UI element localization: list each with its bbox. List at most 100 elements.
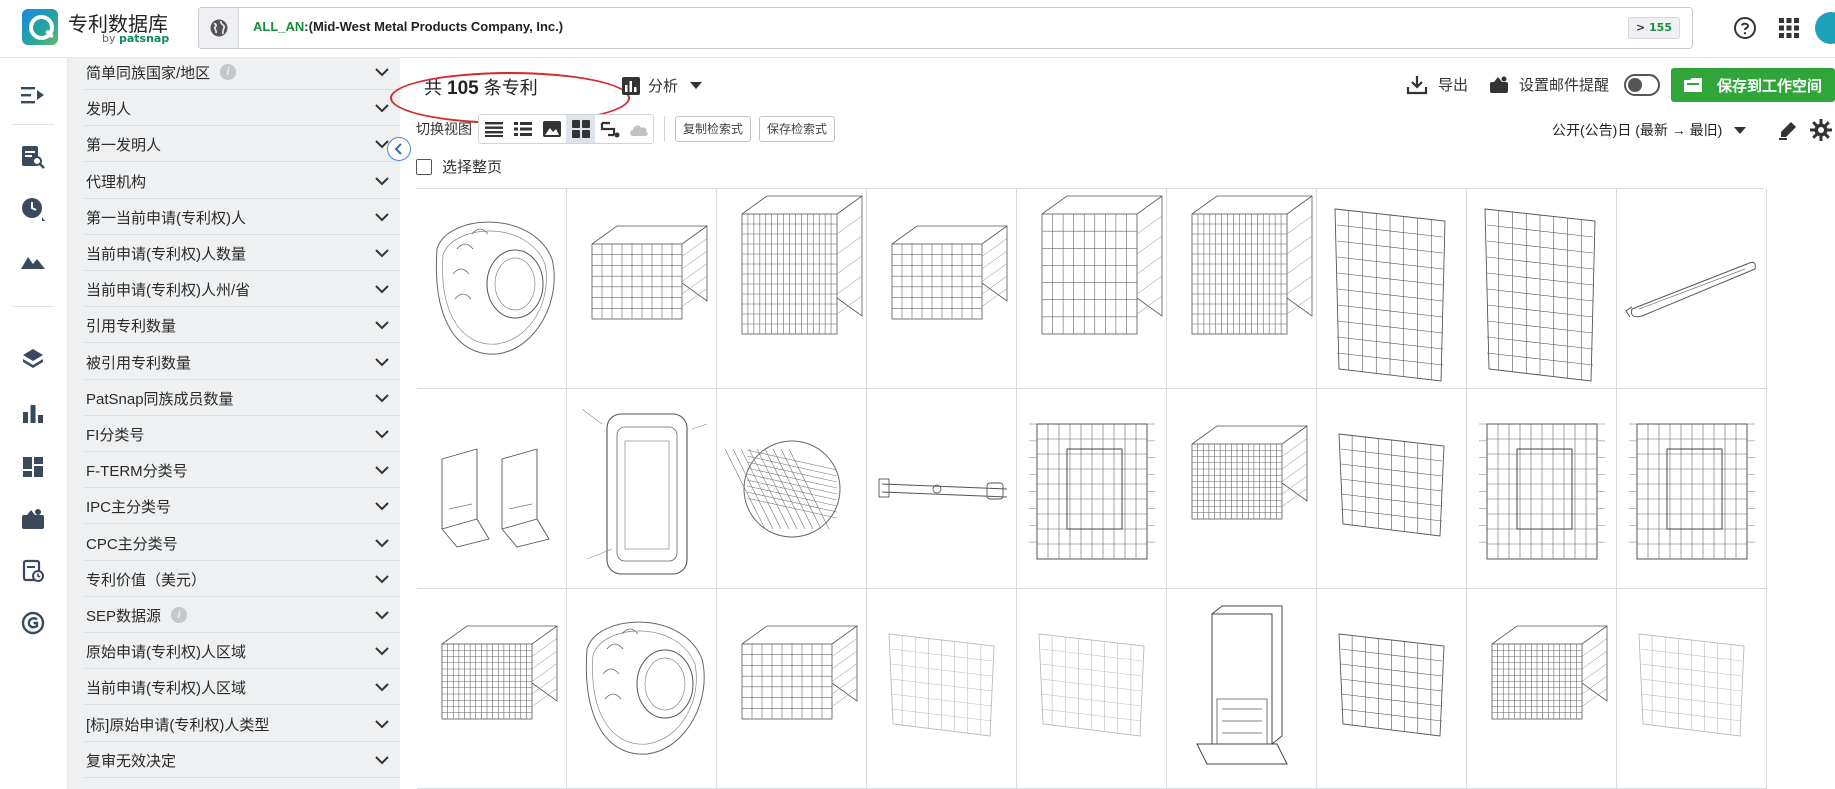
patent-thumbnail[interactable] [1317,189,1467,389]
copy-query-button[interactable]: 复制检索式 [675,116,752,142]
chevron-down-icon[interactable] [374,64,390,80]
analyze-dropdown[interactable]: 分析 [622,75,703,96]
patent-thumbnail[interactable] [867,589,1017,789]
user-avatar[interactable] [1815,12,1835,44]
filter-item[interactable]: 专利价值（美元） [84,561,400,597]
patent-thumbnail[interactable] [717,189,867,389]
search-query-box[interactable]: ALL_AN:(Mid-West Metal Products Company,… [198,7,1693,49]
chevron-down-icon[interactable] [374,643,390,659]
filter-item[interactable]: 原始申请(专利权)人区域 [84,633,400,670]
workspace-icon[interactable] [20,506,46,532]
monitor-doc-icon[interactable] [20,558,46,584]
grid-view-icon[interactable] [566,115,595,143]
filter-item[interactable]: FI分类号 [84,416,400,452]
email-alert-control[interactable]: 设置邮件提醒 [1489,74,1609,95]
patent-thumbnail[interactable] [1617,389,1767,589]
help-icon[interactable] [1733,16,1757,40]
patent-thumbnail[interactable] [1017,189,1167,389]
patent-thumbnail[interactable] [867,189,1017,389]
patent-thumbnail[interactable] [1317,389,1467,589]
patent-thumbnail[interactable] [867,389,1017,589]
settings-gear-icon[interactable] [1810,119,1832,145]
filter-item[interactable]: PatSnap同族成员数量 [84,380,400,416]
filter-item[interactable]: 代理机构 [84,163,400,199]
globe-icon[interactable] [199,8,239,48]
select-page-control[interactable]: 选择整页 [416,156,502,177]
sort-dropdown[interactable]: 公开(公告)日 (最新 → 最旧) [1552,120,1747,140]
cloud-view-icon[interactable] [624,115,653,143]
chevron-down-icon[interactable] [374,209,390,225]
search-doc-icon[interactable] [20,144,46,170]
patent-thumbnail[interactable] [1017,589,1167,789]
chevron-down-icon[interactable] [374,281,390,297]
filter-item[interactable]: 简单同族国家/地区 i [84,58,400,90]
collapse-menu-icon[interactable] [20,82,46,108]
patsnap-logo[interactable] [22,9,58,45]
chevron-down-icon[interactable] [374,571,390,587]
filter-item[interactable]: 复审无效决定 [84,742,400,778]
dashboard-icon[interactable] [20,454,46,480]
chevron-down-icon[interactable] [374,716,390,732]
info-icon[interactable]: i [220,64,236,80]
bar-chart-icon[interactable] [20,400,46,426]
filter-item[interactable]: 引用专利数量 [84,307,400,344]
chevron-down-icon[interactable] [374,245,390,261]
patent-thumbnail[interactable] [1167,189,1317,389]
patent-thumbnail[interactable] [417,389,567,589]
chevron-down-icon[interactable] [374,498,390,514]
layers-icon[interactable] [20,346,46,372]
patent-thumbnail[interactable] [567,589,717,789]
chevron-down-icon[interactable] [374,317,390,333]
filter-item[interactable]: SEP数据源 i [84,597,400,633]
landscape-icon[interactable] [20,248,46,274]
chevron-down-icon[interactable] [374,173,390,189]
image-view-icon[interactable] [537,115,566,143]
select-page-checkbox[interactable] [416,158,432,175]
patent-thumbnail[interactable] [567,189,717,389]
filter-item[interactable]: IPC主分类号 [84,488,400,525]
patent-thumbnail[interactable] [417,189,567,389]
chart-view-icon[interactable] [595,115,624,143]
chevron-down-icon[interactable] [374,354,390,370]
filter-item[interactable]: 第一当前申请(专利权)人 [84,199,400,235]
chevron-down-icon[interactable] [374,100,390,116]
save-to-workspace-button[interactable]: 保存到工作空间 [1671,68,1835,102]
filter-item[interactable]: 当前申请(专利权)人数量 [84,235,400,271]
patent-thumbnail[interactable] [567,389,717,589]
patent-thumbnail[interactable] [1467,389,1617,589]
patent-thumbnail[interactable] [1467,189,1617,389]
filter-item[interactable]: F-TERM分类号 [84,452,400,489]
detail-list-view-icon[interactable] [508,115,537,143]
list-view-icon[interactable] [479,115,508,143]
chevron-down-icon[interactable] [374,390,390,406]
search-query-text[interactable]: ALL_AN:(Mid-West Metal Products Company,… [253,19,563,34]
chevron-down-icon[interactable] [374,607,390,623]
collapse-panel-button[interactable] [387,137,411,161]
filter-item[interactable]: [标]原始申请(专利权)人类型 [84,706,400,742]
patent-thumbnail[interactable] [1467,589,1617,789]
patent-thumbnail[interactable] [1017,389,1167,589]
apps-grid-icon[interactable] [1777,16,1801,40]
chevron-down-icon[interactable] [374,462,390,478]
export-button[interactable]: 导出 [1406,74,1468,95]
filter-item[interactable]: 第一发明人 [84,126,400,163]
email-alert-toggle[interactable] [1624,74,1660,96]
chevron-down-icon[interactable] [374,426,390,442]
patent-thumbnail[interactable] [1167,389,1317,589]
history-icon[interactable] [20,196,46,222]
filter-item[interactable]: 当前申请(专利权)人州/省 [84,271,400,308]
highlight-pen-icon[interactable] [1778,120,1798,144]
filter-item[interactable]: 发明人 [84,90,400,127]
filter-item[interactable]: 当前申请(专利权)人区域 [84,669,400,706]
patent-thumbnail[interactable] [1617,589,1767,789]
chevron-down-icon[interactable] [374,679,390,695]
info-icon[interactable]: i [171,607,187,623]
patent-thumbnail[interactable] [1317,589,1467,789]
filter-item[interactable]: CPC主分类号 [84,525,400,561]
patent-thumbnail[interactable] [717,589,867,789]
chevron-down-icon[interactable] [374,752,390,768]
g-icon[interactable] [20,610,46,636]
patent-thumbnail[interactable] [417,589,567,789]
save-query-button[interactable]: 保存检索式 [759,116,836,142]
filter-item[interactable]: 被引用专利数量 [84,344,400,380]
